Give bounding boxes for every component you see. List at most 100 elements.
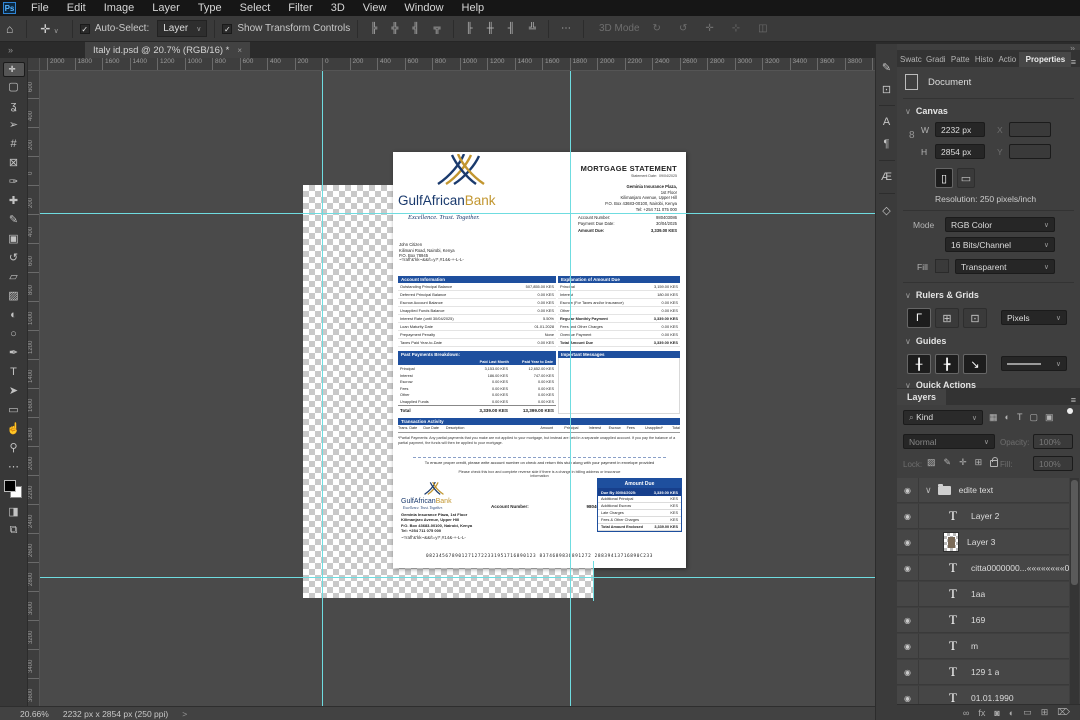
layer-row[interactable]: ◉ Tm xyxy=(897,634,1069,659)
auto-select-checkbox[interactable]: ✓ Auto-Select: xyxy=(79,23,149,34)
new-adjustment-layer-icon[interactable]: ◐ xyxy=(1009,708,1014,718)
layer-row[interactable]: ◉ T 129 1 a xyxy=(897,660,1069,685)
menu-window[interactable]: Window xyxy=(395,0,452,16)
guides-section-header[interactable]: ∨ Guides xyxy=(905,336,946,346)
paragraph-panel-icon[interactable]: ¶ xyxy=(877,133,897,155)
group-expand-icon[interactable]: ∨ xyxy=(925,485,932,496)
spot-healing-brush-tool[interactable]: ✚ xyxy=(3,191,25,210)
layer-row[interactable]: ◉ T 169 xyxy=(897,608,1069,633)
tab-histo[interactable]: Histo xyxy=(972,52,996,67)
toggle-snap-icon[interactable]: ⊡ xyxy=(963,308,987,328)
gradient-tool[interactable]: ▨ xyxy=(3,286,25,305)
new-guide-layout-icon[interactable]: ╊ xyxy=(935,354,959,374)
fill-swatch[interactable] xyxy=(935,259,949,273)
layer-effects-icon[interactable]: fx xyxy=(978,708,985,718)
new-group-icon[interactable]: ▭ xyxy=(1023,707,1032,718)
ruler-origin-corner[interactable] xyxy=(28,58,40,71)
history-brush-tool[interactable]: ↺ xyxy=(3,248,25,267)
filter-pixel-layers-icon[interactable]: ▦ xyxy=(989,412,998,423)
menu-file[interactable]: File xyxy=(22,0,58,16)
vertical-guide[interactable] xyxy=(570,71,571,706)
vertical-ruler[interactable]: 600 400 200 0 200 400 600 800 1000 1200 1400 1600 18… xyxy=(28,71,40,706)
delete-layer-icon[interactable]: ⌦ xyxy=(1057,707,1070,718)
tab-layers[interactable]: Layers xyxy=(897,389,947,405)
properties-panel-menu-icon[interactable]: ≡ xyxy=(1071,57,1080,67)
clone-stamp-tool[interactable]: ▣ xyxy=(3,229,25,248)
lock-guides-icon[interactable]: ↘ xyxy=(963,354,987,374)
vertical-guide[interactable] xyxy=(322,71,323,706)
status-options-arrow[interactable]: > xyxy=(182,709,187,719)
layer-visibility-eye-icon[interactable]: ◉ xyxy=(897,530,919,554)
move-tool-preset-icon[interactable]: ✛ ∨ xyxy=(34,22,65,36)
fill-select[interactable]: Transparent ∨ xyxy=(955,259,1055,274)
toggle-grid-icon[interactable]: ⊞ xyxy=(935,308,959,328)
clone-source-panel-icon[interactable]: ⊡ xyxy=(877,78,897,100)
filter-smart-objects-icon[interactable]: ▣ xyxy=(1045,412,1054,423)
bit-depth-select[interactable]: 16 Bits/Channel ∨ xyxy=(945,237,1055,252)
layer-row[interactable]: ◉ Tcitta0000000...««««««««0 d xyxy=(897,556,1076,581)
layer-visibility-eye-icon[interactable]: ◉ xyxy=(897,634,919,658)
filter-shape-layers-icon[interactable]: ▢ xyxy=(1029,412,1038,423)
new-layer-icon[interactable]: ⊞ xyxy=(1041,707,1049,718)
layer-visibility-eye-icon[interactable]: ◉ xyxy=(897,504,919,528)
horizontal-ruler[interactable]: 2000 1800 1600 1400 1200 1000 800 600 400 200 0 200… xyxy=(40,58,875,71)
distribute-bottom-icon[interactable]: ╩ xyxy=(524,23,541,34)
path-selection-tool[interactable]: ➤ xyxy=(3,381,25,400)
layer-filter-toggle-icon[interactable] xyxy=(1067,408,1073,414)
tab-gradi[interactable]: Gradi xyxy=(923,52,948,67)
menu-edit[interactable]: Edit xyxy=(58,0,95,16)
color-mode-select[interactable]: RGB Color ∨ xyxy=(945,217,1055,232)
rectangular-marquee-tool[interactable]: ▢ xyxy=(3,77,25,96)
layer-visibility-eye-icon[interactable]: ◉ xyxy=(897,660,919,684)
lock-transparency-icon[interactable]: ▨ xyxy=(927,457,936,468)
layers-panel-menu-icon[interactable]: ≡ xyxy=(1071,395,1080,405)
menu-image[interactable]: Image xyxy=(95,0,144,16)
brush-settings-panel-icon[interactable]: ✎ xyxy=(877,56,897,78)
ruler-units-select[interactable]: Pixels ∨ xyxy=(1001,310,1067,325)
align-top-edges-icon[interactable]: ╦ xyxy=(429,23,446,34)
hand-tool[interactable]: ☝ xyxy=(3,419,25,438)
align-left-edges-icon[interactable]: ╠ xyxy=(365,23,382,34)
pen-tool[interactable]: ✒ xyxy=(3,343,25,362)
collapse-tabs-icon[interactable]: » xyxy=(8,45,13,55)
mortgage-statement-document[interactable]: GulfAfricanBank Excellence. Trust. Toget… xyxy=(393,152,686,568)
dodge-tool[interactable]: ○ xyxy=(3,324,25,343)
layer-row[interactable]: ◉ T Layer 2 xyxy=(897,504,1069,529)
toggle-rulers-icon[interactable]: Γ xyxy=(907,308,931,328)
align-right-edges-icon[interactable]: ╣ xyxy=(407,23,424,34)
menu-type[interactable]: Type xyxy=(189,0,231,16)
show-transform-controls-checkbox[interactable]: ✓ Show Transform Controls xyxy=(222,23,350,34)
more-options-icon[interactable]: ⋯ xyxy=(556,23,576,34)
layer-row[interactable]: T 1aa xyxy=(897,582,1069,607)
add-layer-mask-icon[interactable]: ◙ xyxy=(994,708,999,718)
home-icon[interactable]: ⌂ xyxy=(0,22,19,36)
lock-pixels-icon[interactable]: ✎ xyxy=(944,457,952,468)
frame-tool[interactable]: ⊠ xyxy=(3,153,25,172)
foreground-background-colors[interactable] xyxy=(3,480,24,500)
quick-mask-icon[interactable]: ◨ xyxy=(3,502,25,521)
menu-filter[interactable]: Filter xyxy=(279,0,321,16)
layers-scrollbar[interactable] xyxy=(1070,478,1079,720)
distribute-centers-icon[interactable]: ╫ xyxy=(482,23,499,34)
layer-visibility-eye-icon[interactable]: ◉ xyxy=(897,608,919,632)
canvas-width-field[interactable]: 2232 px xyxy=(935,122,985,137)
menu-view[interactable]: View xyxy=(354,0,396,16)
lock-all-icon[interactable] xyxy=(990,457,999,467)
document-tab[interactable]: Italy id.psd @ 20.7% (RGB/16) * × xyxy=(85,42,251,58)
lasso-tool[interactable]: ʓ xyxy=(3,96,25,115)
filter-type-layers-icon[interactable]: T xyxy=(1017,412,1023,423)
lock-artboard-icon[interactable]: ⊞ xyxy=(975,457,983,468)
rulers-grids-section-header[interactable]: ∨ Rulers & Grids xyxy=(905,290,979,300)
edit-toolbar-icon[interactable]: ⋯ xyxy=(3,457,25,476)
menu-layer[interactable]: Layer xyxy=(143,0,189,16)
horizontal-guide[interactable] xyxy=(40,577,875,578)
tab-swatc[interactable]: Swatc xyxy=(897,52,923,67)
crop-tool[interactable]: # xyxy=(3,134,25,153)
link-layers-icon[interactable]: ∞ xyxy=(963,708,969,718)
close-tab-icon[interactable]: × xyxy=(237,46,242,55)
lock-position-icon[interactable]: ✛ xyxy=(959,457,967,468)
foreground-color-swatch[interactable] xyxy=(3,480,16,492)
glyphs-panel-icon[interactable]: Æ xyxy=(877,166,897,188)
layer-filter-kind-select[interactable]: ⌕ Kind ∨ xyxy=(903,410,983,425)
eyedropper-tool[interactable]: ✑ xyxy=(3,172,25,191)
